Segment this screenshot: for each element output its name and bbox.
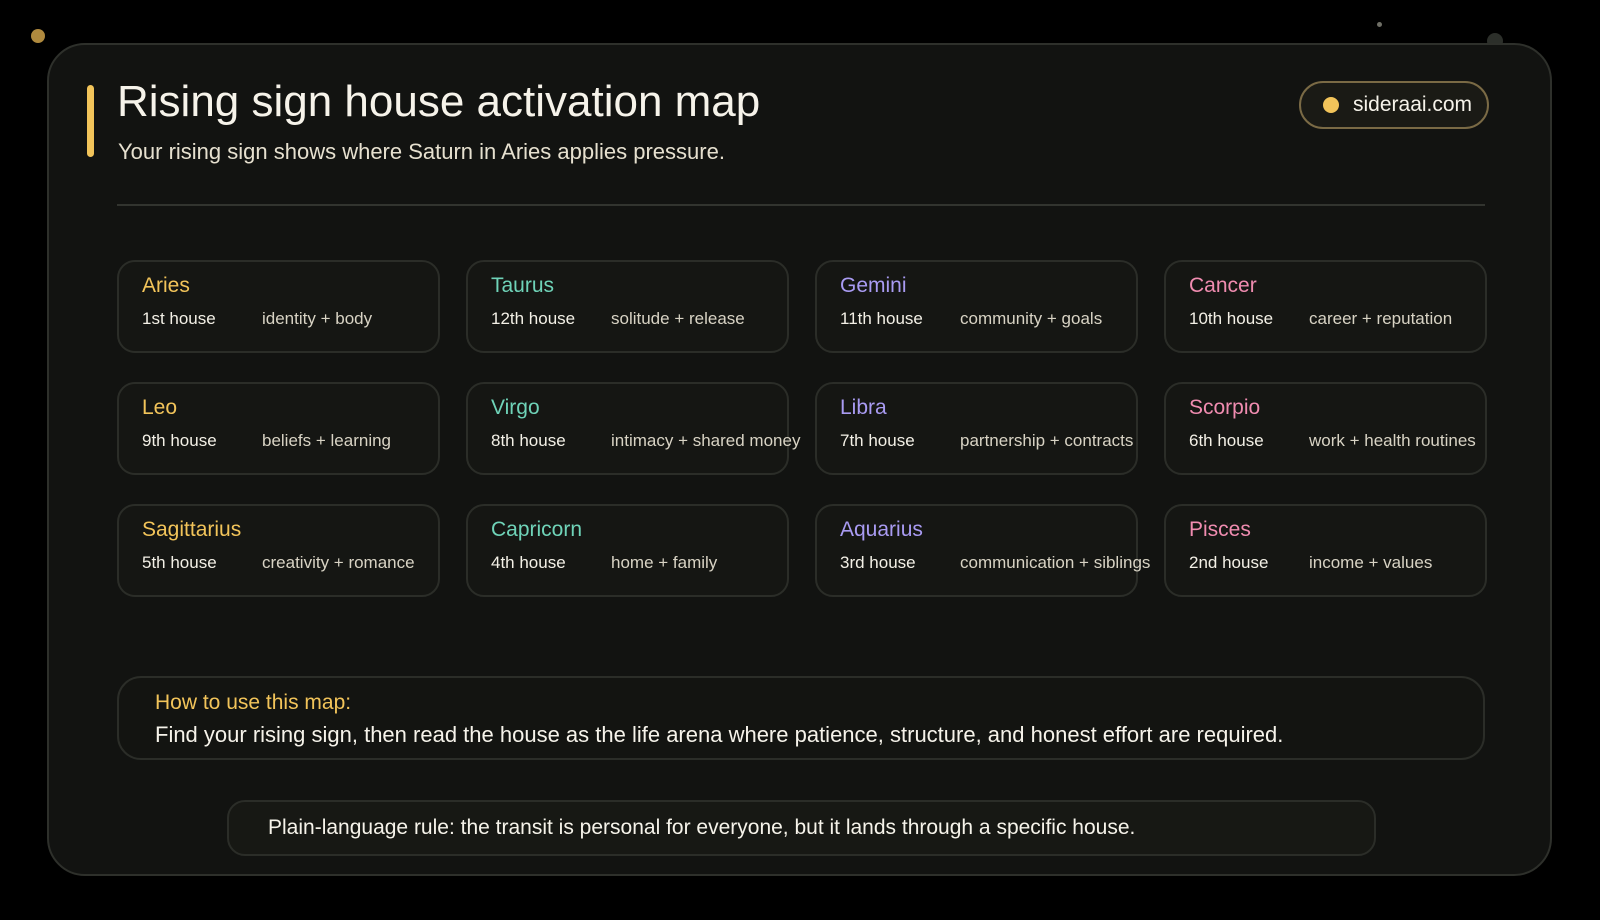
house-label: 5th house — [142, 553, 217, 572]
sign-tile-aquarius: Aquarius 3rd house communication + sibli… — [815, 504, 1150, 597]
decorative-dot — [1377, 22, 1382, 27]
sign-name: Virgo — [491, 396, 540, 419]
sign-name: Capricorn — [491, 518, 583, 541]
house-label: 7th house — [840, 431, 915, 450]
site-badge[interactable]: sideraai.com — [1299, 81, 1489, 129]
sign-name: Gemini — [840, 274, 907, 297]
life-arena: intimacy + shared money — [611, 431, 801, 450]
sign-name: Sagittarius — [142, 518, 242, 541]
house-label: 2nd house — [1189, 553, 1269, 572]
sign-name: Aquarius — [840, 518, 923, 541]
plain-language-rule: Plain-language rule: the transit is pers… — [227, 800, 1376, 856]
sign-tile-pisces: Pisces 2nd house income + values — [1164, 504, 1487, 597]
house-label: 4th house — [491, 553, 566, 572]
house-label: 1st house — [142, 309, 216, 328]
sign-name: Pisces — [1189, 518, 1251, 541]
house-label: 10th house — [1189, 309, 1274, 328]
sign-tile-cancer: Cancer 10th house career + reputation — [1164, 260, 1487, 353]
how-to-panel: How to use this map: Find your rising si… — [117, 676, 1485, 760]
life-arena: income + values — [1309, 553, 1433, 572]
sign-tile-capricorn: Capricorn 4th house home + family — [466, 504, 789, 597]
sign-tile-scorpio: Scorpio 6th house work + health routines — [1164, 382, 1487, 475]
sign-tile-libra: Libra 7th house partnership + contracts — [815, 382, 1138, 475]
page-title: Rising sign house activation map — [117, 77, 761, 126]
sign-name: Taurus — [491, 274, 555, 297]
life-arena: communication + siblings — [960, 553, 1151, 572]
life-arena: partnership + contracts — [960, 431, 1134, 450]
title-accent-bar — [87, 85, 94, 157]
life-arena: community + goals — [960, 309, 1103, 328]
sign-name: Leo — [142, 396, 178, 419]
sign-tile-sagittarius: Sagittarius 5th house creativity + roman… — [117, 504, 440, 597]
house-label: 8th house — [491, 431, 566, 450]
decorative-dot — [31, 29, 45, 43]
sign-tile-gemini: Gemini 11th house community + goals — [815, 260, 1138, 353]
sign-name: Libra — [840, 396, 887, 419]
sign-tile-aries: Aries 1st house identity + body — [117, 260, 440, 353]
life-arena: identity + body — [262, 309, 373, 328]
page-subtitle: Your rising sign shows where Saturn in A… — [118, 139, 725, 164]
sign-house-grid: Aries 1st house identity + body Taurus 1… — [117, 260, 1509, 610]
site-dot-icon — [1323, 97, 1339, 113]
how-to-title: How to use this map: — [155, 691, 352, 714]
house-label: 11th house — [840, 309, 923, 328]
header-divider — [117, 204, 1485, 206]
life-arena: work + health routines — [1309, 431, 1476, 450]
sign-tile-leo: Leo 9th house beliefs + learning — [117, 382, 440, 475]
house-label: 3rd house — [840, 553, 916, 572]
life-arena: solitude + release — [611, 309, 745, 328]
life-arena: creativity + romance — [262, 553, 415, 572]
sign-name: Aries — [142, 274, 190, 297]
sign-tile-virgo: Virgo 8th house intimacy + shared money — [466, 382, 800, 475]
life-arena: career + reputation — [1309, 309, 1453, 328]
house-label: 6th house — [1189, 431, 1264, 450]
rule-text: Plain-language rule: the transit is pers… — [268, 816, 1136, 839]
sign-name: Scorpio — [1189, 396, 1261, 419]
life-arena: home + family — [611, 553, 718, 572]
sign-name: Cancer — [1189, 274, 1257, 297]
sign-tile-taurus: Taurus 12th house solitude + release — [466, 260, 789, 353]
house-label: 12th house — [491, 309, 576, 328]
site-label: sideraai.com — [1353, 93, 1473, 116]
main-card: Rising sign house activation map Your ri… — [47, 43, 1552, 876]
house-label: 9th house — [142, 431, 217, 450]
how-to-body: Find your rising sign, then read the hou… — [155, 722, 1284, 747]
life-arena: beliefs + learning — [262, 431, 392, 450]
